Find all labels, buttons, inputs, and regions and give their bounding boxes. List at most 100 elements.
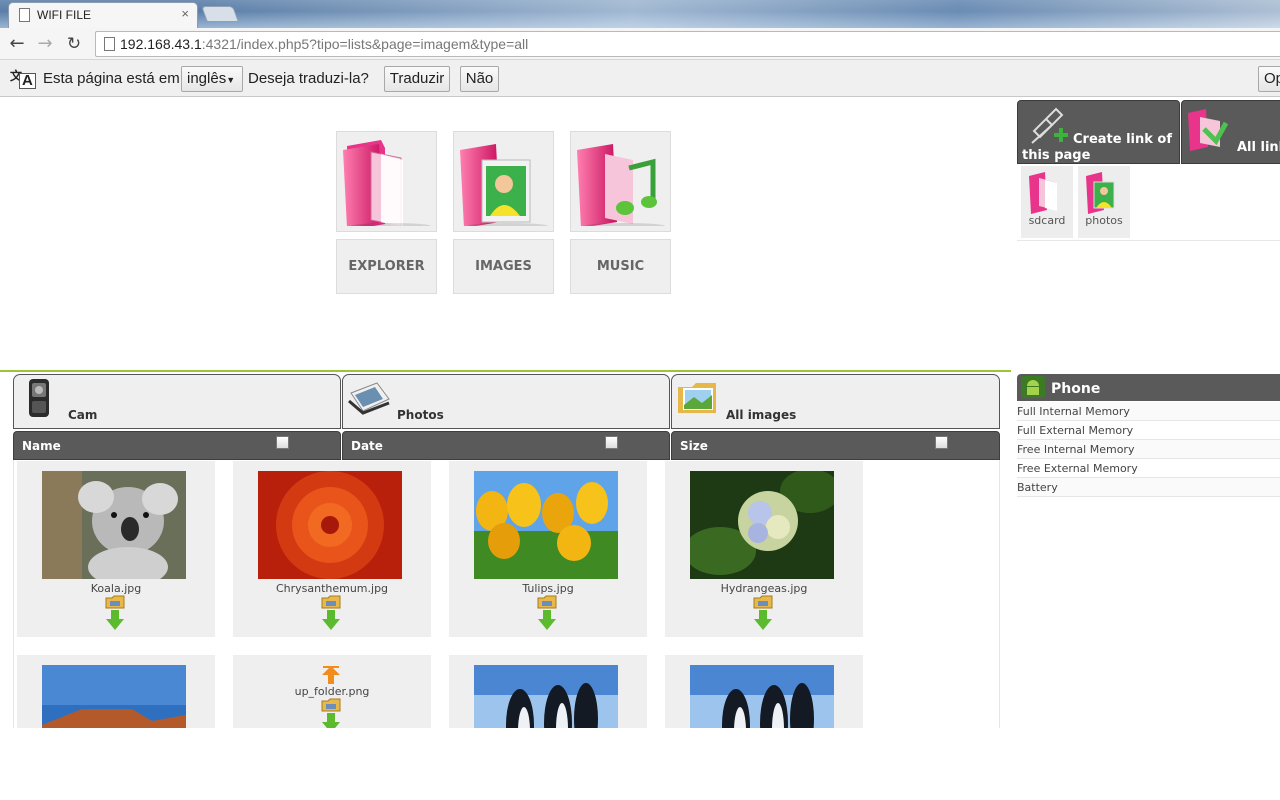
web-page: EXPLORER IMAGES MUSIC Create link of thi…	[0, 97, 1280, 728]
section-divider	[0, 370, 1011, 372]
penguins-thumbnail[interactable]	[690, 665, 834, 728]
tab-close-icon[interactable]: ×	[181, 6, 189, 21]
pink-folder-icon	[343, 140, 431, 226]
sdcard-label: sdcard	[1028, 214, 1066, 227]
all-links-label: All link	[1237, 140, 1280, 155]
up-arrow-icon[interactable]	[321, 665, 341, 685]
download-arrow-icon[interactable]	[752, 609, 774, 631]
file-card[interactable]: Koala.jpg	[17, 461, 215, 637]
tab-title: WIFI FILE	[37, 8, 91, 22]
chrysanthemum-thumbnail[interactable]	[258, 471, 402, 579]
reload-icon[interactable]: ↻	[63, 33, 85, 55]
explorer-folder-icon[interactable]	[336, 131, 437, 232]
cam-tab[interactable]: Cam	[13, 374, 341, 429]
forward-arrow-icon[interactable]: →	[34, 33, 56, 55]
page-icon	[104, 37, 115, 51]
all-images-label: All images	[726, 408, 797, 422]
open-folder-icon[interactable]	[537, 595, 557, 609]
open-folder-icon[interactable]	[321, 698, 341, 712]
photos-folder-icon	[1086, 172, 1115, 214]
file-name[interactable]: Hydrangeas.jpg	[665, 582, 863, 595]
free-internal-memory-row: Free Internal Memory	[1017, 440, 1280, 459]
language-select[interactable]: inglês▼	[181, 66, 243, 92]
sort-by-size[interactable]: Size	[671, 431, 1000, 460]
photos-label-tab: Photos	[397, 408, 444, 422]
open-folder-icon[interactable]	[321, 595, 341, 609]
download-arrow-icon[interactable]	[320, 609, 342, 631]
create-link-button[interactable]: Create link of this page	[1017, 100, 1180, 164]
all-links-folder-icon	[1188, 109, 1229, 151]
sort-date-checkbox[interactable]	[605, 436, 618, 449]
explorer-link[interactable]: EXPLORER	[336, 239, 437, 294]
android-icon	[1021, 376, 1045, 398]
sort-name-label: Name	[22, 439, 61, 453]
tab-strip: WIFI FILE ×	[0, 0, 1280, 28]
open-folder-icon[interactable]	[753, 595, 773, 609]
file-name[interactable]: Tulips.jpg	[449, 582, 647, 595]
free-external-memory-row: Free External Memory	[1017, 459, 1280, 478]
music-folder-icon[interactable]	[570, 131, 671, 232]
sort-size-checkbox[interactable]	[935, 436, 948, 449]
photos-tab[interactable]: Photos	[342, 374, 670, 429]
translate-button[interactable]: Traduzir	[384, 66, 450, 92]
full-external-memory-row: Full External Memory	[1017, 421, 1280, 440]
open-folder-icon[interactable]	[105, 595, 125, 609]
file-card[interactable]: Tulips.jpg	[449, 461, 647, 637]
sort-size-label: Size	[680, 439, 708, 453]
file-card[interactable]: Chrysanthemum.jpg	[233, 461, 431, 637]
file-card[interactable]	[449, 655, 647, 728]
file-card[interactable]	[665, 655, 863, 728]
create-link-label-1: Create link of	[1073, 132, 1173, 147]
address-bar[interactable]: 192.168.43.1:4321/index.php5?tipo=lists&…	[95, 31, 1280, 57]
back-arrow-icon[interactable]: ←	[6, 33, 28, 55]
translate-prefix: Esta página está em	[43, 70, 180, 87]
tulips-thumbnail[interactable]	[474, 471, 618, 579]
sdcard-shortcut[interactable]: sdcard	[1021, 166, 1073, 238]
browser-tab-active[interactable]: WIFI FILE ×	[8, 2, 198, 28]
page-favicon-icon	[19, 8, 30, 22]
images-link[interactable]: IMAGES	[453, 239, 554, 294]
photos-shortcut[interactable]: photos	[1078, 166, 1130, 238]
new-tab-button[interactable]	[201, 6, 239, 22]
shortcut-area: sdcard photos	[1017, 164, 1280, 241]
images-folder-art-icon	[460, 144, 548, 226]
file-name[interactable]: Chrysanthemum.jpg	[233, 582, 431, 595]
download-arrow-icon[interactable]	[320, 712, 342, 728]
file-card[interactable]: Hydrangeas.jpg	[665, 461, 863, 637]
download-arrow-icon[interactable]	[104, 609, 126, 631]
url-text[interactable]: 192.168.43.1:4321/index.php5?tipo=lists&…	[120, 36, 528, 52]
penguins-thumbnail[interactable]	[474, 665, 618, 728]
music-folder-art-icon	[577, 144, 665, 226]
photos-label: photos	[1085, 214, 1123, 227]
battery-row: Battery	[1017, 478, 1280, 497]
link-add-icon	[1031, 107, 1068, 144]
file-card[interactable]: up_folder.png	[233, 655, 431, 728]
hydrangeas-thumbnail[interactable]	[690, 471, 834, 579]
images-folder-tab-icon	[678, 383, 716, 413]
sort-name-checkbox[interactable]	[276, 436, 289, 449]
translate-icon: 文A	[9, 67, 36, 89]
photo-stack-icon	[348, 382, 390, 415]
sort-by-name[interactable]: Name	[13, 431, 341, 460]
all-images-tab[interactable]: All images	[671, 374, 1000, 429]
url-path: :4321/index.php5?tipo=lists&page=imagem&…	[201, 36, 529, 52]
file-name[interactable]: up_folder.png	[233, 685, 431, 698]
camera-phone-icon	[29, 379, 49, 417]
download-arrow-icon[interactable]	[536, 609, 558, 631]
sort-by-date[interactable]: Date	[342, 431, 670, 460]
no-translate-button[interactable]: Não	[460, 66, 499, 92]
images-folder-icon[interactable]	[453, 131, 554, 232]
sort-date-label: Date	[351, 439, 383, 453]
desert-thumbnail[interactable]	[42, 665, 186, 728]
koala-thumbnail[interactable]	[42, 471, 186, 579]
translate-question: Deseja traduzi-la?	[248, 70, 369, 87]
all-links-button[interactable]: All link	[1181, 100, 1280, 164]
create-link-label-2: this page	[1022, 148, 1091, 163]
translate-options-button[interactable]: Op	[1258, 66, 1280, 92]
language-value: inglês	[187, 70, 227, 87]
file-card[interactable]	[17, 655, 215, 728]
music-link[interactable]: MUSIC	[570, 239, 671, 294]
phone-title: Phone	[1051, 381, 1101, 397]
browser-toolbar: ← → ↻ 192.168.43.1:4321/index.php5?tipo=…	[0, 28, 1280, 60]
file-name[interactable]: Koala.jpg	[17, 582, 215, 595]
